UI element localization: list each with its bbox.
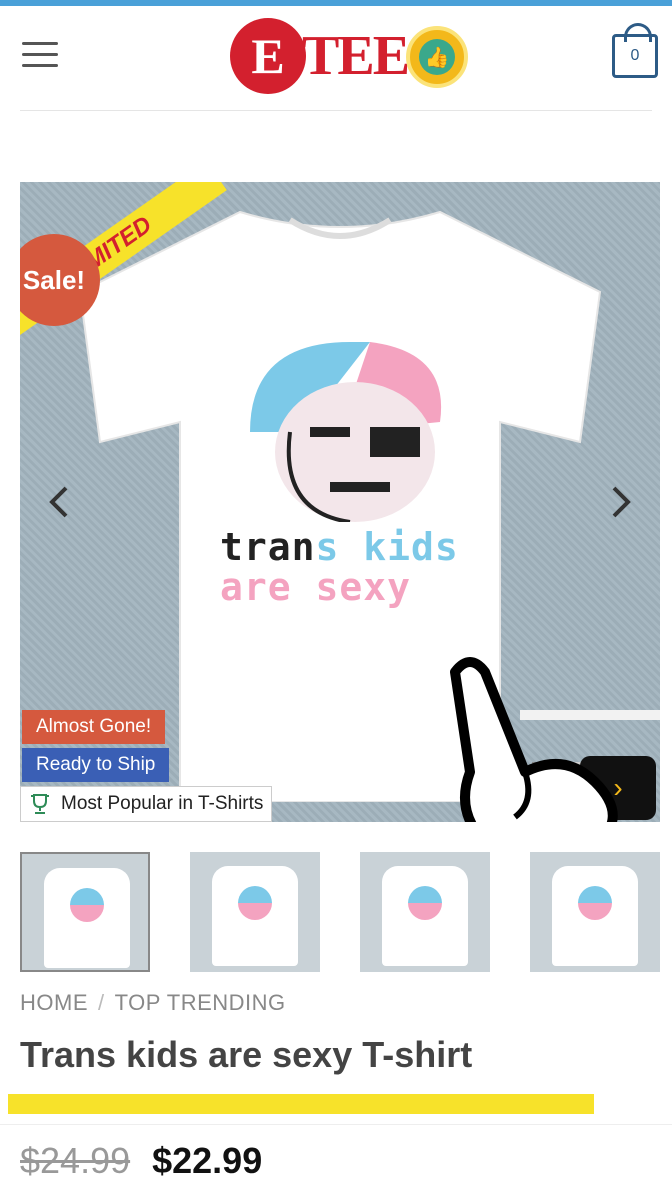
most-popular-badge: Most Popular in T-Shirts [20,786,273,822]
face-graphic [250,342,442,522]
thumbnail-3[interactable] [360,852,490,972]
original-price: $24.99 [20,1140,131,1181]
shirt-design-text: trans kids are sexy [220,527,480,607]
logo-wordmark: TEE [302,25,410,87]
design-text-line2: are sexy [220,565,412,609]
title-highlight [8,1094,594,1114]
most-popular-label: Most Popular in T-Shirts [61,793,264,814]
product-gallery[interactable]: trans kids are sexy LIMITED Sale! Almost… [20,182,660,822]
sale-price: $22.99 [152,1140,263,1181]
design-text-part1: tran [220,525,316,569]
cart-count: 0 [630,47,640,64]
header-divider [20,110,652,111]
thumbnail-2[interactable] [190,852,320,972]
site-header: E TEE 👍 0 [0,0,672,112]
product-title: Trans kids are sexy T-shirt [20,1034,473,1075]
prev-arrow-icon[interactable] [40,482,80,522]
breadcrumb-separator: / [98,990,105,1015]
ready-to-ship-badge: Ready to Ship [22,748,170,782]
price-divider [0,1124,672,1125]
logo-thumbs-up-icon: 👍 [406,26,468,88]
price-row: $24.99 $22.99 [20,1140,262,1182]
breadcrumb-home-link[interactable]: HOME [20,990,88,1015]
design-text-part2: s kids [315,525,459,569]
logo-e-mark: E [230,18,306,94]
hamburger-menu-icon[interactable] [22,42,58,72]
cart-button[interactable]: 0 [612,23,658,78]
breadcrumb-category-link[interactable]: TOP TRENDING [115,990,286,1015]
trophy-icon [31,794,49,814]
thumbnail-1[interactable] [20,852,150,972]
almost-gone-badge: Almost Gone! [22,710,166,744]
site-logo[interactable]: E TEE 👍 [230,18,480,98]
thumbnail-4[interactable] [530,852,660,972]
pointing-hand-icon [450,657,618,822]
next-arrow-icon[interactable] [600,482,640,522]
breadcrumb: HOME / TOP TRENDING [20,990,286,1016]
thumbnail-strip [20,852,660,974]
